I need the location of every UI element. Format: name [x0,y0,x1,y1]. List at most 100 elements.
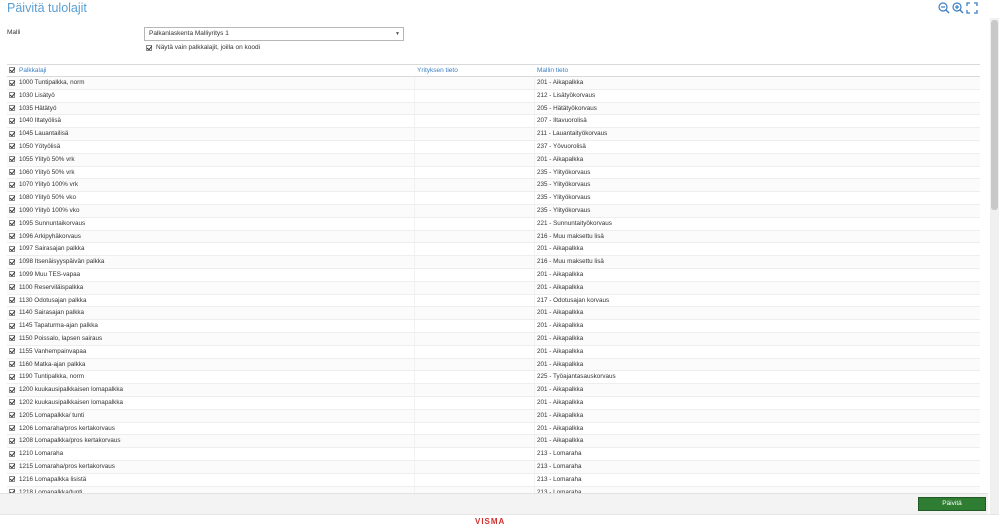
table-row[interactable]: 1140 Sairasajan palkka 201 - Aikapalkka [7,307,980,321]
row-checkbox[interactable] [9,220,15,227]
table-row[interactable]: 1098 Itsenäisyyspäivän palkka 216 - Muu m… [7,256,980,269]
row-checkbox[interactable] [9,476,15,483]
row-checkbox[interactable] [9,258,15,265]
row-checkbox[interactable] [9,245,15,252]
table-row[interactable]: 1097 Sairasajan palkka 201 - Aikapalkka [7,243,980,257]
table-row[interactable]: 1030 Lisätyö 212 - Lisätyökorvaus [7,89,980,103]
scrollbar-thumb[interactable] [991,20,998,210]
column-divider [414,332,415,345]
table-row[interactable]: 1000 Tuntipalkka, norm 201 - Aikapalkka [7,77,980,90]
row-checkbox[interactable] [9,194,15,201]
row-checkbox[interactable] [9,361,15,368]
table-row[interactable]: 1060 Ylityö 50% vrk 235 - Ylityökorvaus [7,166,980,180]
table-row[interactable]: 1095 Sunnuntaikorvaus 221 - Sunnuntaityök… [7,217,980,231]
table-row[interactable]: 1210 Lomaraha 213 - Lomaraha [7,448,980,461]
table-row[interactable]: 1130 Odotusajan palkka 217 - Odotusajan k… [7,294,980,308]
model-select[interactable]: Palkanlaskenta Malliyritys 1 ▼ [144,27,404,41]
row-checkbox[interactable] [9,117,15,124]
row-checkbox[interactable] [9,437,15,444]
table-row[interactable]: 1096 Arkipyhäkorvaus 216 - Muu maksettu l… [7,230,980,244]
cell-mallin-tieto: 201 - Aikapalkka [537,398,584,406]
table-row[interactable]: 1202 kuukausipalkkaisen lomapalkka 201 - … [7,396,980,410]
table-row[interactable]: 1080 Ylityö 50% vko 235 - Ylityökorvaus [7,192,980,205]
cell-mallin-tieto: 213 - Lomaraha [537,462,582,470]
cell-palkkalaji: 1202 kuukausipalkkaisen lomapalkka [19,398,123,406]
row-checkbox[interactable] [9,386,15,393]
table-row[interactable]: 1160 Matka-ajan palkka 201 - Aikapalkka [7,358,980,372]
table-row[interactable]: 1035 Hätätyö 205 - Hätätyökorvaus [7,102,980,116]
table-row[interactable]: 1090 Ylityö 100% vko 235 - Ylityökorvaus [7,204,980,218]
window-title: Päivitä tulolajit [7,1,87,15]
table-row[interactable]: 1208 Lomapalkka/pros kertakorvaus 201 - A… [7,435,980,449]
row-checkbox[interactable] [9,297,15,304]
row-checkbox[interactable] [9,130,15,137]
column-divider [414,89,415,102]
header-yrityksen-tieto[interactable]: Yrityksen tieto [417,67,458,74]
column-divider [534,307,535,320]
table-row[interactable]: 1040 Iltatyölisä 207 - Iltavuorolisä [7,115,980,129]
column-divider [534,435,535,448]
cell-palkkalaji: 1098 Itsenäisyyspäivän palkka [19,258,105,266]
cell-palkkalaji: 1140 Sairasajan palkka [19,309,84,317]
row-checkbox[interactable] [9,156,15,163]
column-divider [414,435,415,448]
column-divider [534,115,535,128]
cell-mallin-tieto: 205 - Hätätyökorvaus [537,104,597,112]
zoom-in-icon[interactable] [952,2,964,14]
column-divider [534,332,535,345]
row-checkbox[interactable] [9,92,15,99]
row-checkbox[interactable] [9,309,15,316]
row-checkbox[interactable] [9,373,15,380]
cell-mallin-tieto: 221 - Sunnuntaityökorvaus [537,219,612,227]
header-palkkalaji[interactable]: Palkkalaji [19,67,46,74]
fullscreen-icon[interactable] [966,2,978,14]
save-button[interactable]: Päivitä [918,497,986,511]
table-row[interactable]: 1050 Yötyölisä 237 - Yövuorolisä [7,140,980,154]
table-row[interactable]: 1200 kuukausipalkkaisen lomapalkka 201 - … [7,384,980,397]
cell-palkkalaji: 1155 Vanhempainvapaa [19,347,87,355]
row-checkbox[interactable] [9,335,15,342]
table-row[interactable]: 1190 Tuntipalkka, norm 225 - Työajantasau… [7,371,980,385]
row-checkbox[interactable] [9,399,15,406]
cell-palkkalaji: 1205 Lomapalkka/ tunti [19,411,85,419]
cell-palkkalaji: 1160 Matka-ajan palkka [19,360,86,368]
column-divider [534,179,535,192]
row-checkbox[interactable] [9,450,15,457]
row-checkbox[interactable] [9,105,15,112]
row-checkbox[interactable] [9,425,15,432]
row-checkbox[interactable] [9,207,15,214]
table-row[interactable]: 1070 Ylityö 100% vrk 235 - Ylityökorvaus [7,179,980,193]
header-mallin-tieto[interactable]: Mallin tieto [537,67,568,74]
table-row[interactable]: 1150 Poissalo, lapsen sairaus 201 - Aikap… [7,332,980,346]
table-row[interactable]: 1205 Lomapalkka/ tunti 201 - Aikapalkka [7,409,980,423]
row-checkbox[interactable] [9,463,15,470]
select-all-checkbox[interactable] [9,67,15,73]
table-row[interactable]: 1155 Vanhempainvapaa 201 - Aikapalkka [7,345,980,359]
row-checkbox[interactable] [9,412,15,419]
row-checkbox[interactable] [9,322,15,329]
zoom-out-icon[interactable] [938,2,950,14]
column-divider [414,153,415,166]
title-bar: Päivitä tulolajit [0,0,988,18]
row-checkbox[interactable] [9,169,15,176]
table-row[interactable]: 1216 Lomapalkka lisistä 213 - Lomaraha [7,473,980,487]
column-divider [534,230,535,243]
column-divider [414,192,415,204]
row-checkbox[interactable] [9,181,15,188]
row-checkbox[interactable] [9,348,15,355]
table-row[interactable]: 1215 Lomaraha/pros kertakorvaus 213 - Lom… [7,460,980,474]
cell-mallin-tieto: 216 - Muu maksettu lisä [537,232,604,240]
row-checkbox[interactable] [9,271,15,278]
row-checkbox[interactable] [9,284,15,291]
filter-checkbox[interactable] [146,44,152,51]
row-checkbox[interactable] [9,143,15,150]
table-row[interactable]: 1206 Lomaraha/pros kertakorvaus 201 - Aik… [7,422,980,436]
row-checkbox[interactable] [9,79,15,86]
table-row[interactable]: 1145 Tapaturma-ajan palkka 201 - Aikapalk… [7,320,980,333]
cell-palkkalaji: 1100 Reserviläispalkka [19,283,84,291]
table-row[interactable]: 1100 Reserviläispalkka 201 - Aikapalkka [7,281,980,295]
table-row[interactable]: 1045 Lauantailisä 211 - Lauantaityökorvau… [7,128,980,141]
table-row[interactable]: 1099 Muu TES-vapaa 201 - Aikapalkka [7,268,980,282]
table-row[interactable]: 1055 Ylityö 50% vrk 201 - Aikapalkka [7,153,980,167]
row-checkbox[interactable] [9,233,15,240]
